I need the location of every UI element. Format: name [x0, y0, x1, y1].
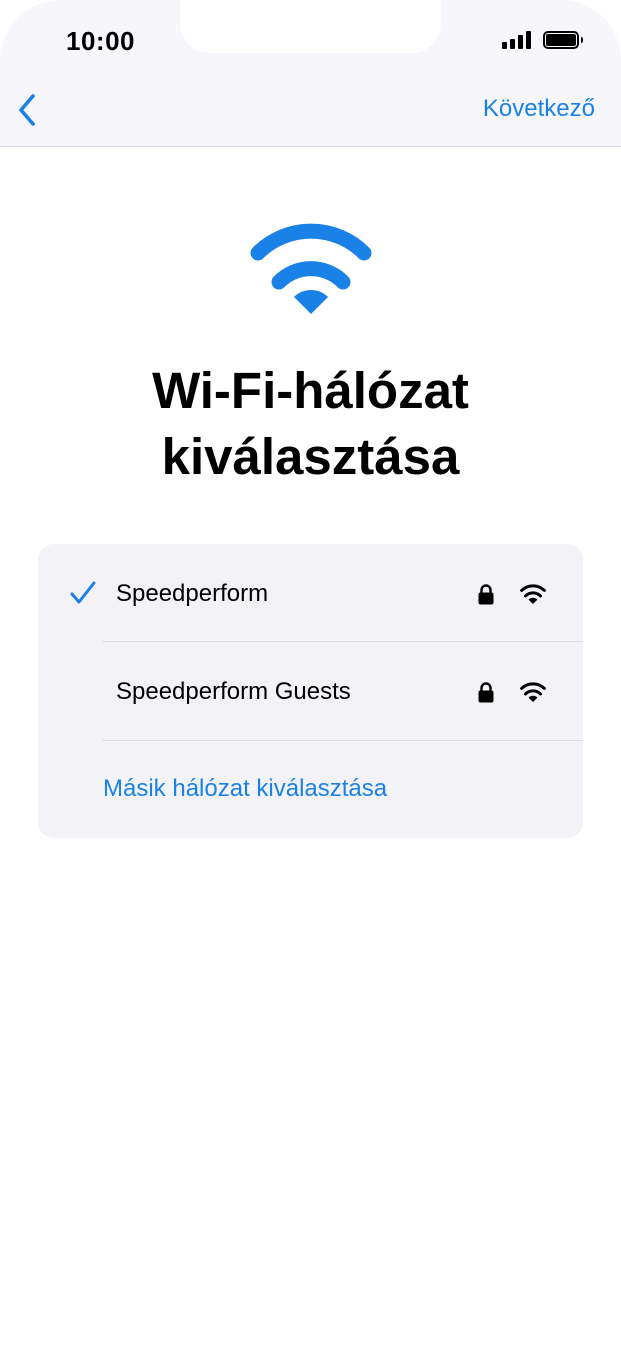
- page-title-line-1: Wi-Fi-hálózat: [152, 362, 469, 419]
- network-name: Speedperform: [116, 580, 269, 607]
- wifi-signal-icon: [520, 682, 546, 702]
- choose-other-network-link[interactable]: Másik hálózat kiválasztása: [103, 775, 387, 803]
- chevron-left-icon: [19, 94, 35, 126]
- network-row-speedperform[interactable]: Speedperform: [38, 544, 583, 642]
- network-row-speedperform-guests[interactable]: Speedperform Guests: [38, 642, 583, 740]
- battery-icon: [543, 31, 583, 49]
- status-icons: [502, 31, 583, 49]
- page-title: Wi-Fi-hálózat kiválasztása: [0, 358, 621, 490]
- status-time: 10:00: [66, 26, 135, 56]
- next-button[interactable]: Következő: [483, 95, 595, 123]
- screen-corner-right: [561, 0, 621, 60]
- row-separator: [102, 740, 583, 741]
- wifi-icon: [250, 223, 372, 314]
- lock-icon: [478, 584, 494, 605]
- lock-icon: [478, 682, 494, 703]
- network-name: Speedperform Guests: [116, 678, 351, 705]
- wifi-signal-icon: [520, 584, 546, 604]
- page-title-line-2: kiválasztása: [161, 428, 460, 485]
- checkmark-icon: [70, 581, 96, 604]
- network-list: Speedperform Speedperform Guests Másik h…: [38, 544, 583, 838]
- screen-corner-left: [0, 0, 60, 60]
- back-button[interactable]: [12, 92, 42, 128]
- cellular-signal-icon: [502, 31, 531, 49]
- device-notch: [180, 0, 441, 53]
